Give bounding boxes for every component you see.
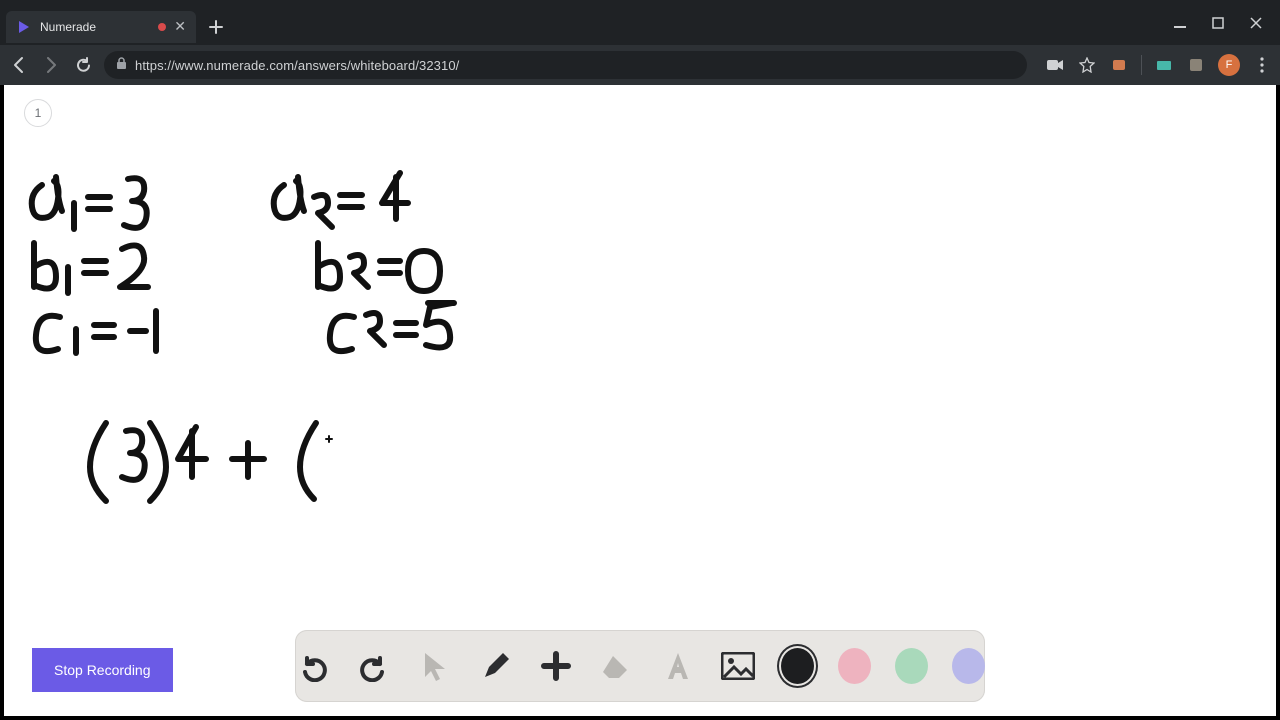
extension-2-icon[interactable] bbox=[1154, 55, 1174, 75]
eraser-tool[interactable] bbox=[599, 646, 636, 686]
tab-title: Numerade bbox=[40, 20, 150, 34]
camera-icon[interactable] bbox=[1045, 55, 1065, 75]
maximize-icon[interactable] bbox=[1206, 11, 1230, 35]
add-tool[interactable] bbox=[538, 646, 575, 686]
color-pink[interactable] bbox=[838, 648, 871, 684]
redo-button[interactable] bbox=[356, 646, 393, 686]
forward-button[interactable] bbox=[40, 54, 62, 76]
image-tool[interactable] bbox=[720, 646, 757, 686]
color-black[interactable] bbox=[781, 648, 814, 684]
pen-tool[interactable] bbox=[477, 646, 514, 686]
omnibox[interactable]: https://www.numerade.com/answers/whitebo… bbox=[104, 51, 1027, 79]
titlebar: Numerade ✕ bbox=[0, 0, 1280, 45]
lock-icon bbox=[116, 57, 127, 73]
text-tool[interactable] bbox=[659, 646, 696, 686]
new-tab-button[interactable] bbox=[202, 13, 230, 41]
extension-3-icon[interactable] bbox=[1186, 55, 1206, 75]
unsaved-indicator-icon bbox=[158, 23, 166, 31]
star-icon[interactable] bbox=[1077, 55, 1097, 75]
whiteboard-toolbar bbox=[295, 630, 985, 702]
tab-numerade[interactable]: Numerade ✕ bbox=[6, 11, 196, 43]
whiteboard-canvas[interactable] bbox=[4, 85, 1276, 716]
back-button[interactable] bbox=[8, 54, 30, 76]
color-green[interactable] bbox=[895, 648, 928, 684]
address-bar: https://www.numerade.com/answers/whitebo… bbox=[0, 45, 1280, 85]
reload-button[interactable] bbox=[72, 54, 94, 76]
profile-avatar[interactable]: F bbox=[1218, 54, 1240, 76]
page-content: 1 bbox=[4, 85, 1276, 716]
stop-recording-button[interactable]: Stop Recording bbox=[32, 648, 173, 692]
toolbar-divider bbox=[1141, 55, 1142, 75]
undo-button[interactable] bbox=[295, 646, 332, 686]
omnibox-actions: F bbox=[1037, 54, 1272, 76]
url-text: https://www.numerade.com/answers/whitebo… bbox=[135, 58, 459, 73]
tab-close-icon[interactable]: ✕ bbox=[174, 18, 186, 35]
minimize-icon[interactable] bbox=[1168, 11, 1192, 35]
browser-window: Numerade ✕ https://www.numerade.com/answ… bbox=[0, 0, 1280, 720]
extension-1-icon[interactable] bbox=[1109, 55, 1129, 75]
color-purple[interactable] bbox=[952, 648, 985, 684]
close-window-icon[interactable] bbox=[1244, 11, 1268, 35]
kebab-menu-icon[interactable] bbox=[1252, 55, 1272, 75]
pointer-tool[interactable] bbox=[416, 646, 453, 686]
window-controls bbox=[1168, 11, 1274, 35]
tab-favicon-icon bbox=[16, 19, 32, 35]
